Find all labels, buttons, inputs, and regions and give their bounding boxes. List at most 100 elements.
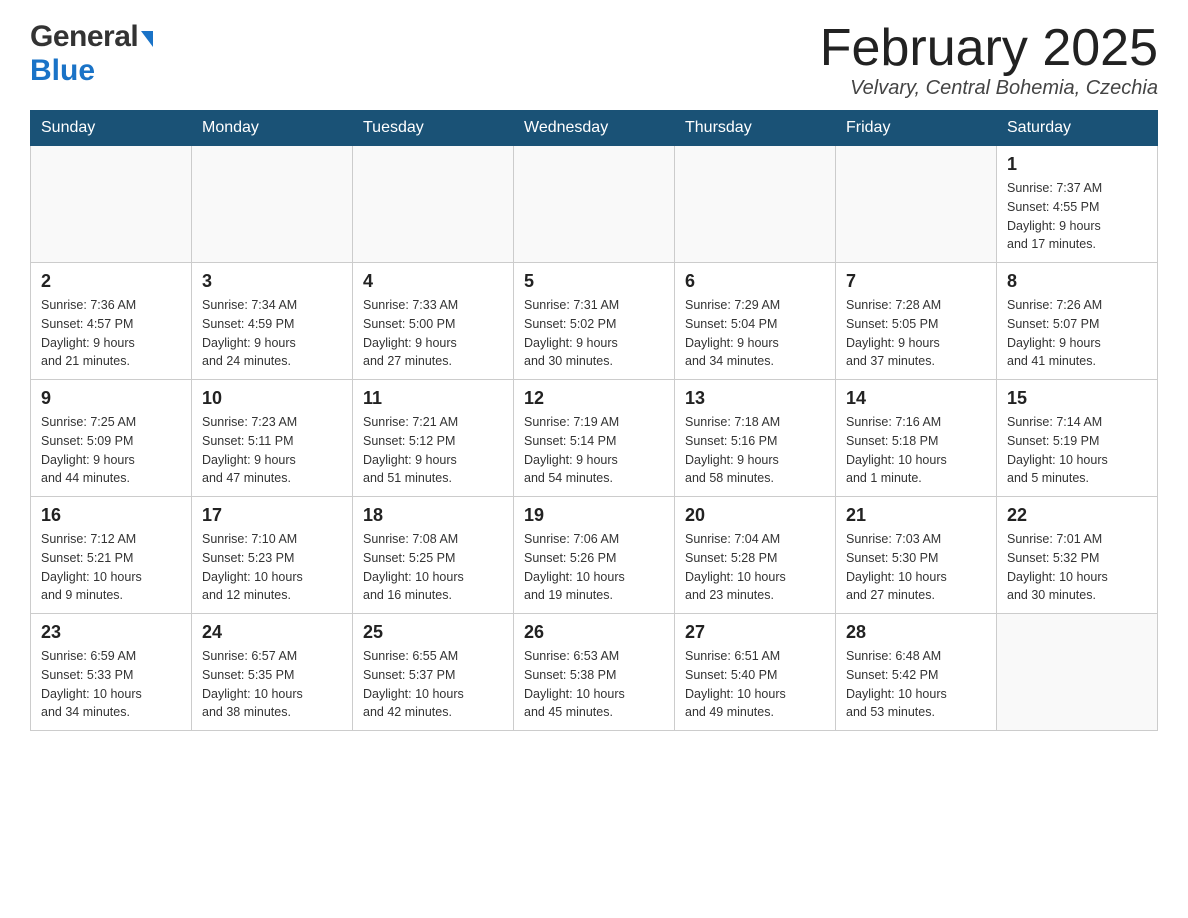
calendar-week-row: 9 Sunrise: 7:25 AM Sunset: 5:09 PM Daylig… <box>31 380 1158 497</box>
day-of-week-header: Sunday <box>31 111 192 146</box>
calendar-cell: 15Sunrise: 7:14 AM Sunset: 5:19 PM Dayli… <box>997 380 1158 497</box>
calendar-week-row: 23 Sunrise: 6:59 AM Sunset: 5:33 PM Dayli… <box>31 614 1158 731</box>
day-of-week-header: Tuesday <box>353 111 514 146</box>
page-header: General Blue February 2025 Velvary, Cent… <box>30 20 1158 100</box>
calendar-cell: 22 Sunrise: 7:01 AM Sunset: 5:32 PM Dayli… <box>997 497 1158 614</box>
day-info: Sunrise: 6:55 AM Sunset: 5:37 PM Dayligh… <box>363 647 503 722</box>
calendar-cell: 3Sunrise: 7:34 AM Sunset: 4:59 PM Daylig… <box>192 263 353 380</box>
day-number: 19 <box>524 505 664 526</box>
day-info: Sunrise: 7:18 AM Sunset: 5:16 PM Dayligh… <box>685 413 825 488</box>
title-block: February 2025 Velvary, Central Bohemia, … <box>820 20 1158 100</box>
calendar-cell: 21Sunrise: 7:03 AM Sunset: 5:30 PM Dayli… <box>836 497 997 614</box>
day-number: 28 <box>846 622 986 643</box>
day-info: Sunrise: 7:29 AM Sunset: 5:04 PM Dayligh… <box>685 296 825 371</box>
day-info: Sunrise: 7:16 AM Sunset: 5:18 PM Dayligh… <box>846 413 986 488</box>
calendar-cell: 5 Sunrise: 7:31 AM Sunset: 5:02 PM Daylig… <box>514 263 675 380</box>
day-info: Sunrise: 7:04 AM Sunset: 5:28 PM Dayligh… <box>685 530 825 605</box>
calendar-cell: 19 Sunrise: 7:06 AM Sunset: 5:26 PM Dayli… <box>514 497 675 614</box>
calendar-cell: 20 Sunrise: 7:04 AM Sunset: 5:28 PM Dayli… <box>675 497 836 614</box>
calendar-cell <box>353 146 514 263</box>
day-info: Sunrise: 7:19 AM Sunset: 5:14 PM Dayligh… <box>524 413 664 488</box>
day-number: 14 <box>846 388 986 409</box>
day-number: 21 <box>846 505 986 526</box>
day-number: 12 <box>524 388 664 409</box>
logo-blue-part <box>138 29 153 45</box>
day-info: Sunrise: 6:53 AM Sunset: 5:38 PM Dayligh… <box>524 647 664 722</box>
day-of-week-header: Friday <box>836 111 997 146</box>
day-number: 6 <box>685 271 825 292</box>
calendar-cell <box>192 146 353 263</box>
day-of-week-header: Saturday <box>997 111 1158 146</box>
calendar-cell: 6 Sunrise: 7:29 AM Sunset: 5:04 PM Daylig… <box>675 263 836 380</box>
calendar-cell: 17 Sunrise: 7:10 AM Sunset: 5:23 PM Dayli… <box>192 497 353 614</box>
calendar-cell: 7Sunrise: 7:28 AM Sunset: 5:05 PM Daylig… <box>836 263 997 380</box>
day-number: 20 <box>685 505 825 526</box>
day-info: Sunrise: 6:57 AM Sunset: 5:35 PM Dayligh… <box>202 647 342 722</box>
calendar-cell: 27 Sunrise: 6:51 AM Sunset: 5:40 PM Dayli… <box>675 614 836 731</box>
day-of-week-header: Wednesday <box>514 111 675 146</box>
day-info: Sunrise: 7:10 AM Sunset: 5:23 PM Dayligh… <box>202 530 342 605</box>
day-number: 16 <box>41 505 181 526</box>
day-number: 26 <box>524 622 664 643</box>
calendar-cell <box>31 146 192 263</box>
day-number: 4 <box>363 271 503 292</box>
calendar-cell: 24Sunrise: 6:57 AM Sunset: 5:35 PM Dayli… <box>192 614 353 731</box>
calendar-week-row: 1 Sunrise: 7:37 AM Sunset: 4:55 PM Daylig… <box>31 146 1158 263</box>
calendar-cell: 8 Sunrise: 7:26 AM Sunset: 5:07 PM Daylig… <box>997 263 1158 380</box>
calendar-cell: 10 Sunrise: 7:23 AM Sunset: 5:11 PM Dayli… <box>192 380 353 497</box>
day-info: Sunrise: 7:14 AM Sunset: 5:19 PM Dayligh… <box>1007 413 1147 488</box>
day-of-week-header: Thursday <box>675 111 836 146</box>
day-info: Sunrise: 7:31 AM Sunset: 5:02 PM Dayligh… <box>524 296 664 371</box>
day-info: Sunrise: 7:23 AM Sunset: 5:11 PM Dayligh… <box>202 413 342 488</box>
calendar-header-row: SundayMondayTuesdayWednesdayThursdayFrid… <box>31 111 1158 146</box>
day-info: Sunrise: 7:36 AM Sunset: 4:57 PM Dayligh… <box>41 296 181 371</box>
day-number: 7 <box>846 271 986 292</box>
logo-arrow-icon <box>141 31 153 47</box>
logo-general-text: General <box>30 20 138 54</box>
day-info: Sunrise: 7:12 AM Sunset: 5:21 PM Dayligh… <box>41 530 181 605</box>
day-info: Sunrise: 6:48 AM Sunset: 5:42 PM Dayligh… <box>846 647 986 722</box>
calendar-cell <box>675 146 836 263</box>
calendar-cell: 4 Sunrise: 7:33 AM Sunset: 5:00 PM Daylig… <box>353 263 514 380</box>
day-number: 22 <box>1007 505 1147 526</box>
calendar-cell: 2 Sunrise: 7:36 AM Sunset: 4:57 PM Daylig… <box>31 263 192 380</box>
calendar-cell: 14 Sunrise: 7:16 AM Sunset: 5:18 PM Dayli… <box>836 380 997 497</box>
day-number: 3 <box>202 271 342 292</box>
logo-blue-text: Blue <box>30 54 95 87</box>
calendar-week-row: 16 Sunrise: 7:12 AM Sunset: 5:21 PM Dayli… <box>31 497 1158 614</box>
day-info: Sunrise: 7:01 AM Sunset: 5:32 PM Dayligh… <box>1007 530 1147 605</box>
day-info: Sunrise: 7:26 AM Sunset: 5:07 PM Dayligh… <box>1007 296 1147 371</box>
day-number: 18 <box>363 505 503 526</box>
calendar-cell: 12 Sunrise: 7:19 AM Sunset: 5:14 PM Dayli… <box>514 380 675 497</box>
day-number: 23 <box>41 622 181 643</box>
calendar-cell: 25 Sunrise: 6:55 AM Sunset: 5:37 PM Dayli… <box>353 614 514 731</box>
calendar-cell <box>514 146 675 263</box>
day-number: 27 <box>685 622 825 643</box>
calendar-cell: 1 Sunrise: 7:37 AM Sunset: 4:55 PM Daylig… <box>997 146 1158 263</box>
day-info: Sunrise: 7:21 AM Sunset: 5:12 PM Dayligh… <box>363 413 503 488</box>
calendar-cell <box>997 614 1158 731</box>
calendar-cell: 13Sunrise: 7:18 AM Sunset: 5:16 PM Dayli… <box>675 380 836 497</box>
calendar-cell: 9 Sunrise: 7:25 AM Sunset: 5:09 PM Daylig… <box>31 380 192 497</box>
day-info: Sunrise: 6:59 AM Sunset: 5:33 PM Dayligh… <box>41 647 181 722</box>
calendar-cell: 11Sunrise: 7:21 AM Sunset: 5:12 PM Dayli… <box>353 380 514 497</box>
day-info: Sunrise: 7:37 AM Sunset: 4:55 PM Dayligh… <box>1007 179 1147 254</box>
day-number: 9 <box>41 388 181 409</box>
day-info: Sunrise: 7:33 AM Sunset: 5:00 PM Dayligh… <box>363 296 503 371</box>
day-number: 17 <box>202 505 342 526</box>
day-number: 8 <box>1007 271 1147 292</box>
day-number: 5 <box>524 271 664 292</box>
location-text: Velvary, Central Bohemia, Czechia <box>820 77 1158 100</box>
day-info: Sunrise: 7:25 AM Sunset: 5:09 PM Dayligh… <box>41 413 181 488</box>
day-number: 2 <box>41 271 181 292</box>
day-number: 10 <box>202 388 342 409</box>
calendar-week-row: 2 Sunrise: 7:36 AM Sunset: 4:57 PM Daylig… <box>31 263 1158 380</box>
day-info: Sunrise: 7:06 AM Sunset: 5:26 PM Dayligh… <box>524 530 664 605</box>
day-info: Sunrise: 7:08 AM Sunset: 5:25 PM Dayligh… <box>363 530 503 605</box>
day-info: Sunrise: 6:51 AM Sunset: 5:40 PM Dayligh… <box>685 647 825 722</box>
calendar-cell: 26 Sunrise: 6:53 AM Sunset: 5:38 PM Dayli… <box>514 614 675 731</box>
day-number: 1 <box>1007 154 1147 175</box>
logo: General Blue <box>30 20 153 88</box>
day-number: 25 <box>363 622 503 643</box>
calendar-cell: 23 Sunrise: 6:59 AM Sunset: 5:33 PM Dayli… <box>31 614 192 731</box>
